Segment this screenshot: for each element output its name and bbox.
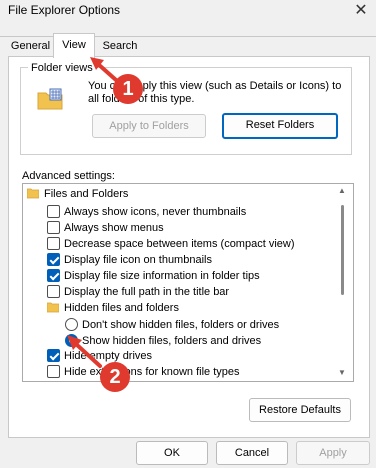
arrow-to-show-hidden <box>67 335 102 368</box>
annotation-badge-2: 2 <box>100 362 130 392</box>
annotation-badge-1: 1 <box>113 74 143 104</box>
annotation-arrows <box>67 57 118 368</box>
arrow-to-view-tab <box>90 57 118 82</box>
